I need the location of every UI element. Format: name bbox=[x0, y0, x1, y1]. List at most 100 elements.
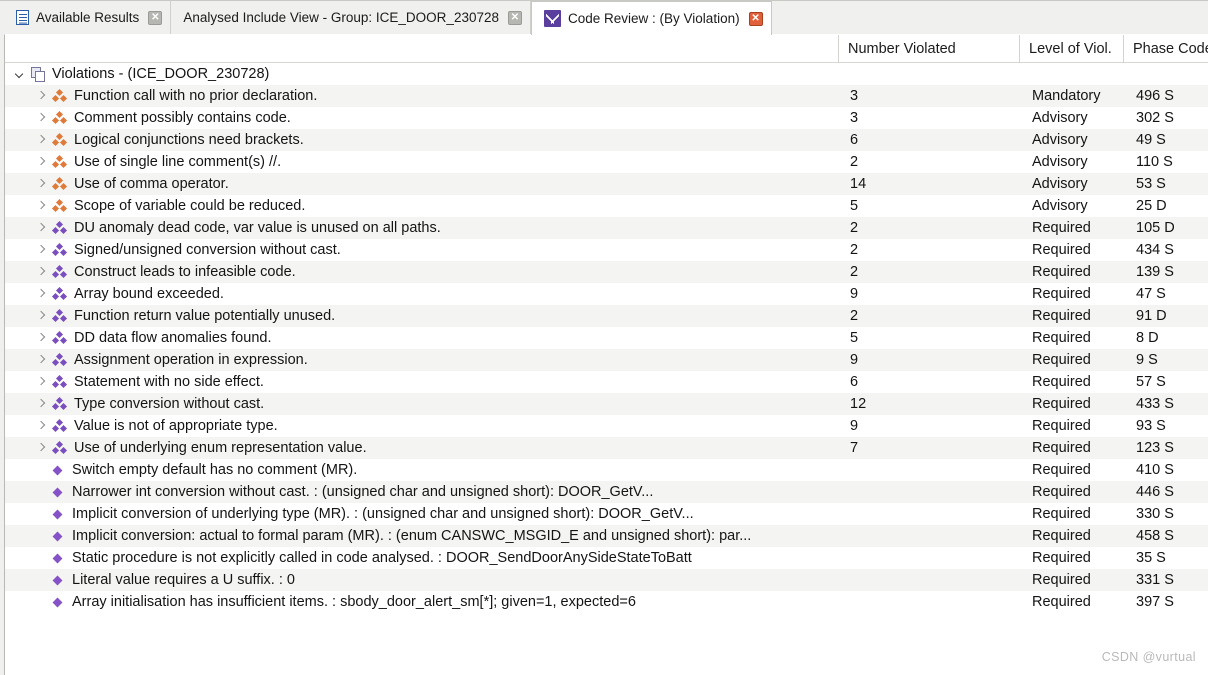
table-row[interactable]: Narrower int conversion without cast. : … bbox=[5, 481, 1208, 503]
chevron-right-icon[interactable] bbox=[35, 178, 48, 191]
row-label: Narrower int conversion without cast. : … bbox=[72, 484, 654, 500]
chevron-right-icon[interactable] bbox=[35, 332, 48, 345]
column-header-name[interactable] bbox=[5, 35, 838, 63]
cell-level-of-violation: Required bbox=[1032, 528, 1091, 544]
table-row[interactable]: Construct leads to infeasible code. 2 Requ… bbox=[5, 261, 1208, 283]
cell-violation-name: Signed/unsigned conversion without cast. bbox=[5, 239, 838, 261]
chevron-right-icon[interactable] bbox=[35, 112, 48, 125]
cell-number-violated: 9 bbox=[850, 286, 859, 302]
cell-violation-name: DD data flow anomalies found. bbox=[5, 327, 838, 349]
table-row[interactable]: Type conversion without cast. 12 Required 4… bbox=[5, 393, 1208, 415]
row-label: Logical conjunctions need brackets. bbox=[74, 132, 304, 148]
column-header-level-of-violation[interactable]: Level of Viol. bbox=[1019, 35, 1123, 63]
chevron-right-icon[interactable] bbox=[35, 156, 48, 169]
chevron-right-icon[interactable] bbox=[35, 222, 48, 235]
chevron-right-icon[interactable] bbox=[35, 376, 48, 389]
cell-violation-name: Narrower int conversion without cast. : … bbox=[5, 481, 838, 503]
violation-group-advisory-icon bbox=[51, 176, 68, 191]
cell-violation-name: Use of comma operator. bbox=[5, 173, 838, 195]
table-row[interactable]: Implicit conversion of underlying type (… bbox=[5, 503, 1208, 525]
row-label: Implicit conversion of underlying type (… bbox=[72, 506, 694, 522]
table-row[interactable]: Static procedure is not explicitly calle… bbox=[5, 547, 1208, 569]
cell-violation-name: Function call with no prior declaration. bbox=[5, 85, 838, 107]
table-row[interactable]: Value is not of appropriate type. 9 Requir… bbox=[5, 415, 1208, 437]
table-row[interactable]: DU anomaly dead code, var value is unuse… bbox=[5, 217, 1208, 239]
twisty-placeholder bbox=[35, 464, 48, 477]
chevron-right-icon[interactable] bbox=[35, 398, 48, 411]
cell-phase-code: 458 S bbox=[1136, 528, 1174, 544]
table-row[interactable]: Statement with no side effect. 6 Required 5… bbox=[5, 371, 1208, 393]
cell-level-of-violation: Required bbox=[1032, 286, 1091, 302]
table-row[interactable]: DD data flow anomalies found. 5 Required 8 … bbox=[5, 327, 1208, 349]
table-header-row: Number Violated Level of Viol. Phase Cod… bbox=[5, 35, 1208, 63]
table-row[interactable]: Use of underlying enum representation va… bbox=[5, 437, 1208, 459]
tab-analysed-include-view[interactable]: Analysed Include View - Group: ICE_DOOR_… bbox=[171, 1, 531, 34]
cell-level-of-violation: Required bbox=[1032, 484, 1091, 500]
table-row[interactable]: Comment possibly contains code. 3 Advisory… bbox=[5, 107, 1208, 129]
chevron-down-icon[interactable] bbox=[14, 68, 27, 81]
row-label: Use of underlying enum representation va… bbox=[74, 440, 367, 456]
row-label: DU anomaly dead code, var value is unuse… bbox=[74, 220, 441, 236]
tab-label: Code Review : (By Violation) bbox=[568, 11, 740, 26]
tab-code-review[interactable]: Code Review : (By Violation) ✕ bbox=[531, 1, 772, 35]
tree-root-row[interactable]: Violations - (ICE_DOOR_230728) bbox=[5, 63, 1208, 85]
chevron-right-icon[interactable] bbox=[35, 442, 48, 455]
cell-violation-name: Value is not of appropriate type. bbox=[5, 415, 838, 437]
violation-leaf-icon bbox=[52, 464, 65, 477]
chevron-right-icon[interactable] bbox=[35, 266, 48, 279]
table-row[interactable]: Array initialisation has insufficient it… bbox=[5, 591, 1208, 613]
table-row[interactable]: Signed/unsigned conversion without cast.… bbox=[5, 239, 1208, 261]
cell-phase-code: 331 S bbox=[1136, 572, 1174, 588]
chevron-right-icon[interactable] bbox=[35, 200, 48, 213]
column-header-phase-code[interactable]: Phase Code bbox=[1123, 35, 1208, 63]
violation-group-required-icon bbox=[51, 330, 68, 345]
close-icon[interactable]: ✕ bbox=[748, 11, 763, 26]
document-icon bbox=[16, 10, 29, 25]
table-row[interactable]: Implicit conversion: actual to formal pa… bbox=[5, 525, 1208, 547]
violation-leaf-icon bbox=[52, 552, 65, 565]
tab-available-results[interactable]: Available Results ✕ bbox=[4, 1, 172, 34]
table-row[interactable]: Use of comma operator. 14 Advisory 53 S bbox=[5, 173, 1208, 195]
cell-phase-code: 496 S bbox=[1136, 88, 1174, 104]
cell-number-violated: 12 bbox=[850, 396, 867, 412]
table-row[interactable]: Function return value potentially unused… bbox=[5, 305, 1208, 327]
cell-level-of-violation: Required bbox=[1032, 594, 1091, 610]
table-row[interactable]: Use of single line comment(s) //. 2 Adviso… bbox=[5, 151, 1208, 173]
table-row[interactable]: Switch empty default has no comment (MR)… bbox=[5, 459, 1208, 481]
cell-phase-code: 434 S bbox=[1136, 242, 1174, 258]
cell-phase-code: 9 S bbox=[1136, 352, 1158, 368]
cell-phase-code bbox=[1123, 63, 1208, 85]
cell-violation-name: Assignment operation in expression. bbox=[5, 349, 838, 371]
table-row[interactable]: Logical conjunctions need brackets. 6 Advi… bbox=[5, 129, 1208, 151]
column-header-number-violated[interactable]: Number Violated bbox=[838, 35, 1019, 63]
row-label: Use of comma operator. bbox=[74, 176, 229, 192]
row-label: Scope of variable could be reduced. bbox=[74, 198, 306, 214]
cell-violation-name: Switch empty default has no comment (MR)… bbox=[5, 459, 838, 481]
table-row[interactable]: Scope of variable could be reduced. 5 Advi… bbox=[5, 195, 1208, 217]
chevron-right-icon[interactable] bbox=[35, 310, 48, 323]
chevron-right-icon[interactable] bbox=[35, 288, 48, 301]
violation-group-required-icon bbox=[51, 352, 68, 367]
cell-phase-code: 105 D bbox=[1136, 220, 1175, 236]
chevron-right-icon[interactable] bbox=[35, 90, 48, 103]
close-icon[interactable]: ✕ bbox=[148, 10, 163, 25]
twisty-placeholder bbox=[35, 486, 48, 499]
table-row[interactable]: Function call with no prior declaration.… bbox=[5, 85, 1208, 107]
chevron-right-icon[interactable] bbox=[35, 134, 48, 147]
violation-group-required-icon bbox=[51, 286, 68, 301]
close-icon[interactable]: ✕ bbox=[508, 10, 522, 25]
chevron-right-icon[interactable] bbox=[35, 354, 48, 367]
row-label: DD data flow anomalies found. bbox=[74, 330, 272, 346]
violation-group-required-icon bbox=[51, 374, 68, 389]
violation-group-required-icon bbox=[51, 220, 68, 235]
table-row[interactable]: Literal value requires a U suffix. : 0 Re… bbox=[5, 569, 1208, 591]
table-row[interactable]: Array bound exceeded. 9 Required 47 S bbox=[5, 283, 1208, 305]
chevron-right-icon[interactable] bbox=[35, 244, 48, 257]
cell-violation-name: Logical conjunctions need brackets. bbox=[5, 129, 838, 151]
table-row[interactable]: Assignment operation in expression. 9 Requ… bbox=[5, 349, 1208, 371]
chevron-right-icon[interactable] bbox=[35, 420, 48, 433]
cell-violation-name: Static procedure is not explicitly calle… bbox=[5, 547, 838, 569]
row-label: Function call with no prior declaration. bbox=[74, 88, 318, 104]
row-label: Literal value requires a U suffix. : 0 bbox=[72, 572, 295, 588]
cell-phase-code: 446 S bbox=[1136, 484, 1174, 500]
